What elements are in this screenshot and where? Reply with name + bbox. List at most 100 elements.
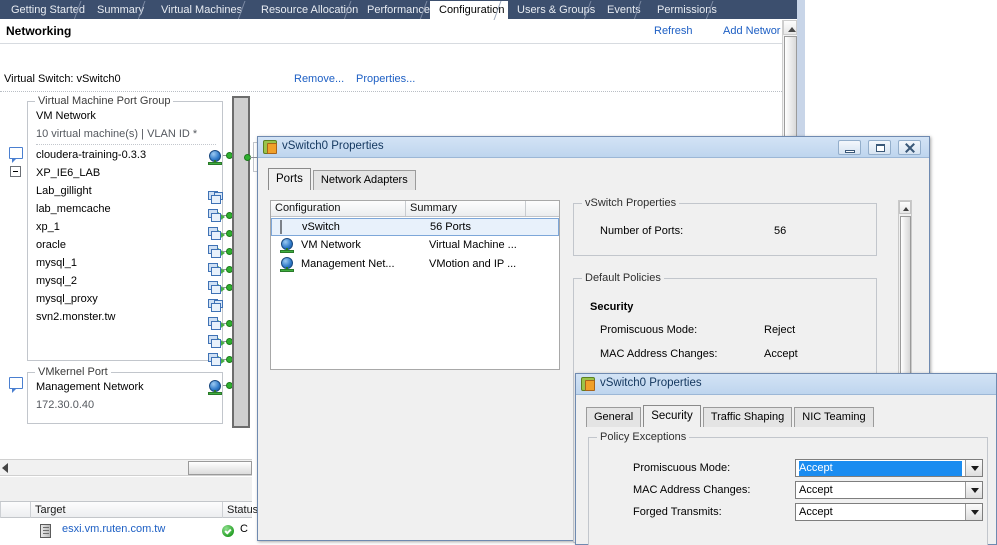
tab-configuration[interactable]: Configuration (430, 1, 513, 20)
vm-list-item[interactable]: xp_1 (36, 218, 60, 236)
tab-traffic-shaping[interactable]: Traffic Shaping (702, 407, 793, 427)
table-row[interactable]: esxi.vm.ruten.com.tw C (0, 522, 252, 540)
policy-exceptions-pane: Policy Exceptions Promiscuous Mode: Acce… (588, 431, 988, 545)
promiscuous-mode-label: Promiscuous Mode: (600, 324, 698, 336)
target-status-table: Target Status esxi.vm.ruten.com.tw C esx… (0, 501, 258, 545)
column-header-spacer (526, 201, 561, 216)
dialog-title-bar[interactable]: vSwitch0 Properties (258, 137, 929, 158)
mac-address-changes-value: Accept (764, 348, 798, 360)
target-cell[interactable]: esxi.vm.ruten.com.tw (62, 523, 165, 535)
promiscuous-mode-value: Reject (764, 324, 796, 336)
tab-network-adapters[interactable]: Network Adapters (312, 170, 416, 190)
vmkernel-globe-icon (207, 380, 223, 396)
column-header-status[interactable]: Status (222, 502, 262, 518)
tab-label: NIC Teaming (802, 411, 866, 423)
vm-list-item[interactable]: mysql_1 (36, 254, 77, 272)
promiscuous-mode-value: Accept (799, 461, 962, 476)
port-group-expander[interactable] (10, 166, 21, 177)
vm-list-item[interactable]: mysql_2 (36, 272, 77, 290)
panel-gap (0, 477, 252, 501)
tab-general[interactable]: General (586, 407, 642, 427)
tab-users-and-groups[interactable]: Users & Groups (508, 1, 603, 20)
vmkernel-port-box: VMkernel Port Management Network 172.30.… (27, 366, 223, 424)
vm-list-item[interactable]: oracle (36, 236, 66, 254)
column-header-target[interactable]: Target (30, 502, 222, 518)
switch-properties-link[interactable]: Properties... (356, 73, 415, 85)
vm-list-item[interactable]: XP_IE6_LAB (36, 164, 100, 182)
tab-label: Summary (97, 4, 145, 16)
number-of-ports-value: 56 (774, 225, 787, 237)
page-title: Networking (6, 24, 72, 38)
tab-label: Ports (276, 173, 303, 185)
port-group-callout-icon (9, 147, 23, 163)
promiscuous-mode-dropdown[interactable]: Accept (795, 459, 983, 477)
network-globe-icon (279, 238, 295, 254)
vswitch-properties-icon (263, 140, 277, 154)
tab-nic-teaming[interactable]: NIC Teaming (794, 407, 874, 427)
promiscuous-mode-label: Promiscuous Mode: (633, 462, 731, 474)
tab-events[interactable]: Events (598, 1, 653, 20)
vm-icon-powered-on (208, 353, 225, 368)
list-item-vm-network[interactable]: VM Network Virtual Machine ... (271, 237, 559, 255)
remove-switch-link[interactable]: Remove... (294, 73, 344, 85)
list-item-summary: VMotion and IP ... (429, 258, 517, 270)
chevron-down-icon[interactable] (965, 482, 982, 498)
vm-icon-powered-off (208, 191, 225, 206)
vsphere-client-window: Getting Started Summary Virtual Machines… (0, 0, 997, 545)
diagram-horizontal-scrollbar[interactable] (0, 459, 252, 476)
dialog-title: vSwitch0 Properties (282, 140, 384, 152)
mac-address-changes-dropdown[interactable]: Accept (795, 481, 983, 499)
dialog-title-bar[interactable]: vSwitch0 Properties (576, 374, 996, 395)
tab-summary[interactable]: Summary (88, 1, 157, 20)
tab-label: General (594, 411, 634, 423)
tab-virtual-machines[interactable]: Virtual Machines (152, 1, 257, 20)
tab-resource-allocation[interactable]: Resource Allocation (252, 1, 363, 20)
tab-ports[interactable]: Ports (268, 168, 311, 190)
refresh-link[interactable]: Refresh (654, 25, 693, 37)
column-header-blank[interactable] (0, 502, 30, 518)
forged-transmits-value: Accept (799, 506, 833, 518)
column-header-summary[interactable]: Summary (406, 201, 526, 216)
dialog-tab-strip: General Security Traffic Shaping NIC Tea… (586, 405, 874, 427)
scroll-up-arrow-icon[interactable] (899, 201, 911, 214)
list-item-config: vSwitch (302, 221, 340, 233)
scrollbar-thumb[interactable] (188, 461, 252, 475)
close-button[interactable] (898, 140, 921, 155)
network-globe-icon (279, 257, 295, 273)
list-item-management-network[interactable]: Management Net... VMotion and IP ... (271, 256, 559, 274)
list-item-vswitch[interactable]: vSwitch 56 Ports (271, 218, 559, 236)
default-policies-legend: Default Policies (582, 272, 664, 284)
forged-transmits-dropdown[interactable]: Accept (795, 503, 983, 521)
tab-label: Network Adapters (320, 174, 408, 186)
tab-security[interactable]: Security (643, 405, 701, 427)
list-item-summary: 56 Ports (430, 221, 471, 233)
tab-label: Traffic Shaping (710, 411, 785, 423)
vm-list-item[interactable]: lab_memcache (36, 200, 111, 218)
scroll-left-arrow-icon[interactable] (2, 463, 8, 473)
vswitch0-properties-dialog-front[interactable]: vSwitch0 Properties General Security Tra… (575, 373, 997, 545)
vswitch-icon (280, 220, 296, 235)
minimize-button[interactable] (838, 140, 861, 155)
tab-label: Users & Groups (517, 4, 596, 16)
chevron-down-icon[interactable] (965, 460, 982, 476)
port-configuration-list[interactable]: Configuration Summary vSwitch 56 Ports V… (270, 200, 560, 370)
vm-network-globe-icon (207, 150, 223, 166)
tab-performance[interactable]: Performance (358, 1, 439, 20)
scroll-up-arrow-icon[interactable] (783, 20, 797, 35)
vm-list-item[interactable]: Lab_gillight (36, 182, 92, 200)
vm-icon-powered-on (208, 263, 225, 278)
vm-port-group-legend: Virtual Machine Port Group (35, 95, 174, 107)
vm-list-item[interactable]: mysql_proxy (36, 290, 98, 308)
vm-list-item[interactable]: cloudera-training-0.3.3 (36, 146, 146, 164)
tab-getting-started[interactable]: Getting Started (2, 1, 93, 20)
vm-icon-powered-off (208, 299, 225, 314)
maximize-button[interactable] (868, 140, 891, 155)
dialog-title: vSwitch0 Properties (600, 377, 702, 389)
chevron-down-icon[interactable] (965, 504, 982, 520)
vm-list-item[interactable]: svn2.monster.tw (36, 308, 115, 326)
column-header-configuration[interactable]: Configuration (271, 201, 406, 216)
tab-label: Performance (367, 4, 430, 16)
vm-icon-powered-on (208, 317, 225, 332)
add-networking-link[interactable]: Add Networ (723, 25, 780, 37)
tab-permissions[interactable]: Permissions (648, 1, 725, 20)
